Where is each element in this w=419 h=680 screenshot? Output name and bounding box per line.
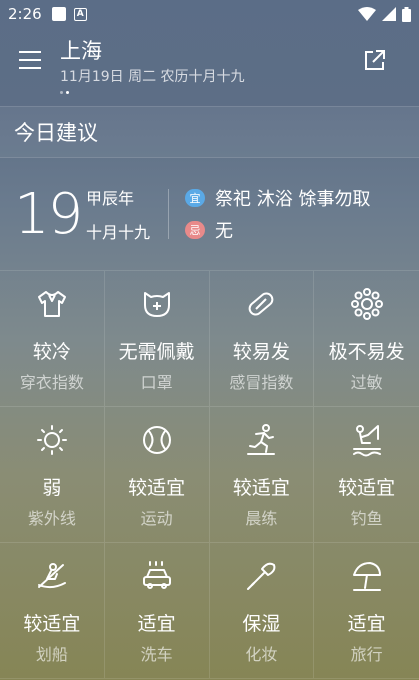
yi-row: 宜 祭祀 沐浴 馀事勿取 bbox=[185, 185, 370, 211]
hamburger-menu-icon bbox=[19, 51, 41, 69]
index-cell-makeup[interactable]: 保湿 化妆 bbox=[209, 543, 315, 679]
index-cell-cold[interactable]: 较易发 感冒指数 bbox=[209, 271, 315, 407]
runner-icon bbox=[247, 424, 276, 455]
mask-icon bbox=[143, 292, 170, 317]
notification-icon bbox=[51, 7, 66, 21]
index-cell-fishing[interactable]: 较适宜 钓鱼 bbox=[314, 407, 419, 543]
car-wash-icon bbox=[142, 561, 171, 589]
index-label: 感冒指数 bbox=[229, 373, 294, 392]
almanac-card[interactable]: 19 甲辰年 十月十九 宜 祭祀 沐浴 馀事勿取 忌 无 bbox=[0, 158, 419, 271]
index-cell-carwash[interactable]: 适宜 洗车 bbox=[104, 543, 210, 679]
index-label: 旅行 bbox=[350, 645, 383, 664]
index-label: 紫外线 bbox=[27, 509, 76, 528]
battery-icon bbox=[402, 6, 411, 22]
ji-row: 忌 无 bbox=[185, 217, 370, 243]
pill-icon bbox=[249, 292, 274, 316]
rowing-icon bbox=[37, 563, 66, 589]
index-cell-sport[interactable]: 较适宜 运动 bbox=[104, 407, 210, 543]
index-label: 穿衣指数 bbox=[19, 373, 84, 392]
share-button[interactable] bbox=[361, 46, 389, 74]
status-time: 2:26 bbox=[8, 5, 42, 23]
index-cell-travel[interactable]: 适宜 旅行 bbox=[314, 543, 419, 679]
city-name[interactable]: 上海 bbox=[60, 38, 245, 64]
wifi-icon bbox=[358, 7, 376, 21]
menu-button[interactable] bbox=[0, 38, 60, 82]
yi-text: 祭祀 沐浴 馀事勿取 bbox=[215, 189, 371, 210]
day-number: 19 bbox=[14, 181, 83, 247]
index-label: 洗车 bbox=[140, 645, 173, 664]
index-value: 适宜 bbox=[137, 613, 176, 635]
index-cell-clothing[interactable]: 较冷 穿衣指数 bbox=[0, 271, 105, 407]
status-bar: 2:26 A bbox=[0, 0, 419, 28]
index-value: 保湿 bbox=[242, 613, 281, 635]
life-index-grid: 较冷 穿衣指数 无需佩戴 口罩 较易发 感冒指数 极不易发 过敏 弱 紫外线 较… bbox=[0, 271, 419, 679]
index-value: 无需佩戴 bbox=[118, 341, 195, 363]
sun-icon bbox=[36, 425, 67, 455]
index-cell-uv[interactable]: 弱 紫外线 bbox=[0, 407, 105, 543]
section-title: 今日建议 bbox=[0, 106, 419, 158]
index-value: 较适宜 bbox=[23, 613, 81, 635]
index-cell-mask[interactable]: 无需佩戴 口罩 bbox=[104, 271, 210, 407]
index-value: 适宜 bbox=[347, 613, 386, 635]
signal-icon bbox=[382, 7, 396, 21]
page-dot bbox=[60, 91, 63, 94]
index-label: 化妆 bbox=[245, 645, 278, 664]
share-icon bbox=[365, 50, 385, 70]
index-cell-morning[interactable]: 较适宜 晨练 bbox=[209, 407, 315, 543]
cosmetics-icon bbox=[247, 562, 276, 590]
index-value: 较冷 bbox=[32, 341, 71, 363]
ganzhi-year: 甲辰年 bbox=[86, 189, 135, 208]
ji-badge: 忌 bbox=[185, 221, 206, 239]
index-label: 晨练 bbox=[245, 509, 278, 528]
index-cell-allergy[interactable]: 极不易发 过敏 bbox=[314, 271, 419, 407]
lunar-date: 十月十九 bbox=[86, 223, 151, 242]
shirt-icon bbox=[37, 291, 66, 317]
index-label: 过敏 bbox=[350, 373, 383, 392]
yi-badge: 宜 bbox=[185, 189, 206, 207]
beach-umbrella-icon bbox=[352, 562, 381, 591]
index-label: 口罩 bbox=[140, 373, 173, 392]
index-label: 运动 bbox=[140, 509, 173, 528]
index-label: 钓鱼 bbox=[350, 509, 383, 528]
index-value: 较易发 bbox=[232, 341, 290, 363]
index-value: 较适宜 bbox=[128, 477, 186, 499]
index-value: 较适宜 bbox=[338, 477, 396, 499]
date-line: 11月19日 周二 农历十月十九 bbox=[60, 69, 245, 85]
index-value: 弱 bbox=[42, 477, 62, 499]
app-header: 上海 11月19日 周二 农历十月十九 bbox=[0, 28, 419, 106]
index-value: 极不易发 bbox=[328, 341, 405, 363]
page-indicator bbox=[60, 91, 245, 94]
index-value: 较适宜 bbox=[232, 477, 290, 499]
ball-icon bbox=[142, 426, 171, 454]
fishing-icon bbox=[352, 425, 381, 457]
index-label: 划船 bbox=[35, 645, 68, 664]
a-notification-icon: A bbox=[73, 7, 87, 21]
divider bbox=[168, 189, 170, 239]
pollen-icon bbox=[350, 288, 383, 320]
index-cell-boating[interactable]: 较适宜 划船 bbox=[0, 543, 105, 679]
ji-text: 无 bbox=[215, 221, 234, 242]
page-dot-active bbox=[66, 91, 69, 94]
